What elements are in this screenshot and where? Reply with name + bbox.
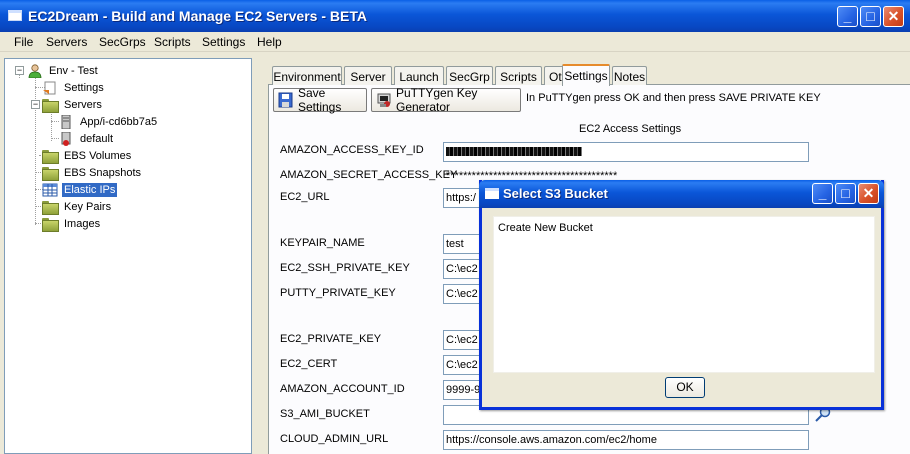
tab-scripts[interactable]: Scripts <box>495 66 542 85</box>
puttygen-icon <box>375 92 393 108</box>
dialog-window-icon <box>485 188 499 199</box>
tree-item-elastic-ips[interactable]: Elastic IPs <box>42 181 118 198</box>
bucket-list[interactable]: Create New Bucket <box>493 216 875 373</box>
folder-open-icon <box>42 98 59 113</box>
tree-label-key-pairs: Key Pairs <box>64 200 112 213</box>
minimize-button[interactable]: _ <box>837 6 858 27</box>
app-window-icon <box>8 10 22 21</box>
tab-secgrp[interactable]: SecGrp <box>446 66 493 85</box>
environment-tree[interactable]: − − Env - Test Settings Servers App/i-cd… <box>4 58 252 454</box>
close-icon: ✕ <box>862 185 875 201</box>
access-key-label: AMAZON_ACCESS_KEY_ID <box>280 144 424 156</box>
tab-launch[interactable]: Launch <box>394 66 444 85</box>
server-icon <box>58 114 74 129</box>
private-key-label: EC2_PRIVATE_KEY <box>280 333 382 345</box>
tab-environment[interactable]: Environment <box>272 66 342 85</box>
tree-item-servers[interactable]: Servers <box>42 96 104 113</box>
admin-url-field[interactable]: https://console.aws.amazon.com/ec2/home <box>443 430 809 450</box>
tree-label-ebs-snapshots: EBS Snapshots <box>64 166 142 179</box>
s3-bucket-label: S3_AMI_BUCKET <box>280 408 370 420</box>
user-icon <box>27 63 43 78</box>
folder-icon <box>42 217 59 232</box>
tree-label-server-default: default <box>80 132 114 145</box>
maximize-icon: □ <box>841 185 850 201</box>
tree-item-server-app[interactable]: App/i-cd6bb7a5 <box>58 113 159 130</box>
puttygen-button[interactable]: PuTTYgen Key Generator <box>371 86 521 114</box>
account-id-label: AMAZON_ACCOUNT_ID <box>280 383 405 395</box>
cert-label: EC2_CERT <box>280 358 338 370</box>
tree-item-settings[interactable]: Settings <box>42 79 106 96</box>
tree-label-images: Images <box>64 217 101 230</box>
save-settings-button[interactable]: Save Settings <box>273 86 367 114</box>
ec2-url-label: EC2_URL <box>280 191 330 203</box>
table-icon <box>42 183 58 197</box>
access-key-field[interactable] <box>443 142 809 162</box>
ssh-key-label: EC2_SSH_PRIVATE_KEY <box>280 262 410 274</box>
menu-secgrps[interactable]: SecGrps <box>99 35 146 49</box>
section-title: EC2 Access Settings <box>579 123 682 135</box>
minimize-icon: _ <box>818 185 827 201</box>
settings-document-icon <box>42 81 58 95</box>
maximize-button[interactable]: □ <box>860 6 881 27</box>
select-s3-bucket-dialog: Select S3 Bucket _ □ ✕ Create New Bucket… <box>479 180 884 410</box>
admin-url-label: CLOUD_ADMIN_URL <box>280 433 389 445</box>
tree-label-ebs-volumes: EBS Volumes <box>64 149 132 162</box>
folder-icon <box>42 149 59 164</box>
tree-label-server-app: App/i-cd6bb7a5 <box>80 115 158 128</box>
folder-icon <box>42 166 59 181</box>
putty-key-label: PUTTY_PRIVATE_KEY <box>280 287 396 299</box>
tree-label-servers: Servers <box>64 98 102 111</box>
puttygen-hint: In PuTTYgen press OK and then press SAVE… <box>526 92 821 104</box>
tab-notes[interactable]: Notes <box>612 66 647 85</box>
tree-collapse-env[interactable]: − <box>15 66 24 75</box>
maximize-icon: □ <box>866 8 875 24</box>
dialog-title: Select S3 Bucket <box>503 186 608 201</box>
dialog-title-bar: Select S3 Bucket _ □ ✕ <box>479 180 884 208</box>
dialog-maximize-button[interactable]: □ <box>835 183 856 204</box>
window-title: EC2Dream - Build and Manage EC2 Servers … <box>28 8 367 24</box>
server-stopped-icon <box>58 131 74 146</box>
tree-collapse-servers[interactable]: − <box>31 100 40 109</box>
ok-button[interactable]: OK <box>665 377 705 398</box>
keypair-label: KEYPAIR_NAME <box>280 237 365 249</box>
tree-item-ebs-snapshots[interactable]: EBS Snapshots <box>42 164 143 181</box>
menu-scripts[interactable]: Scripts <box>154 35 191 49</box>
tree-label-env: Env - Test <box>49 64 98 77</box>
tree-item-images[interactable]: Images <box>42 215 102 232</box>
redacted-access-key <box>446 147 582 156</box>
tree-item-server-default[interactable]: default <box>58 130 115 147</box>
tree-item-ebs-volumes[interactable]: EBS Volumes <box>42 147 133 164</box>
menu-help[interactable]: Help <box>257 35 282 49</box>
save-settings-label: Save Settings <box>298 86 342 114</box>
menu-file[interactable]: File <box>14 35 33 49</box>
close-button[interactable]: ✕ <box>883 6 904 27</box>
menu-settings[interactable]: Settings <box>202 35 245 49</box>
dialog-minimize-button[interactable]: _ <box>812 183 833 204</box>
tab-server[interactable]: Server <box>344 66 392 85</box>
close-icon: ✕ <box>887 8 900 24</box>
tab-settings[interactable]: Settings <box>562 64 610 86</box>
folder-icon <box>42 200 59 215</box>
secret-key-label: AMAZON_SECRET_ACCESS_KEY <box>280 169 458 181</box>
dialog-close-button[interactable]: ✕ <box>858 183 879 204</box>
tree-label-elastic-ips: Elastic IPs <box>62 182 118 197</box>
menu-servers[interactable]: Servers <box>46 35 87 49</box>
tree-label-settings: Settings <box>64 81 104 94</box>
save-disk-icon <box>277 92 295 108</box>
tree-item-env[interactable]: Env - Test <box>27 62 100 79</box>
minimize-icon: _ <box>843 8 852 24</box>
puttygen-label: PuTTYgen Key Generator <box>396 86 478 114</box>
menu-bar: File Servers SecGrps Scripts Settings He… <box>0 32 910 52</box>
tree-item-key-pairs[interactable]: Key Pairs <box>42 198 113 215</box>
list-item[interactable]: Create New Bucket <box>498 222 593 234</box>
main-title-bar: EC2Dream - Build and Manage EC2 Servers … <box>0 0 910 32</box>
